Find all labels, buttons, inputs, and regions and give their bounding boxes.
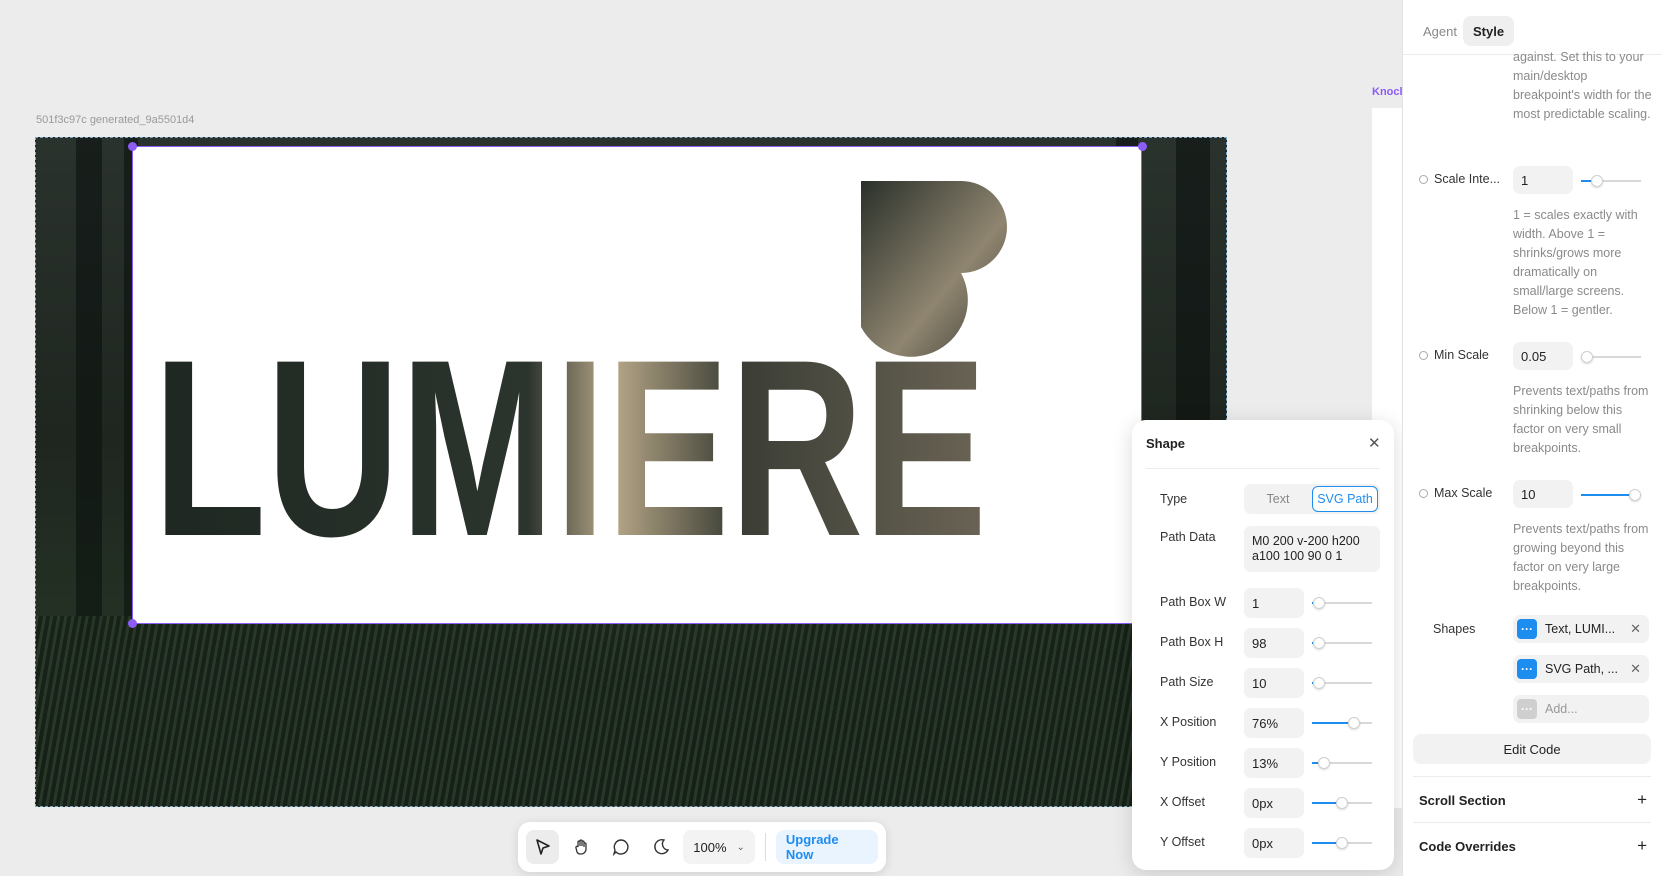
- bottom-toolbar: 100% ⌄ Upgrade Now: [518, 822, 886, 872]
- path-box-h-slider[interactable]: [1312, 637, 1372, 649]
- divider: [1413, 822, 1651, 823]
- path-box-w-slider[interactable]: [1312, 597, 1372, 609]
- divider: [1413, 776, 1651, 777]
- logo-text: LUMIERE: [153, 308, 987, 589]
- remove-icon[interactable]: ✕: [1630, 621, 1641, 637]
- y-offset-label: Y Offset: [1160, 835, 1205, 849]
- min-scale-slider[interactable]: [1581, 351, 1641, 363]
- path-data-textarea[interactable]: M0 200 v-200 h200 a100 100 90 0 1: [1244, 526, 1380, 572]
- tab-style[interactable]: Style: [1463, 16, 1515, 46]
- frame-label: 501f3c97c generated_9a5501d4: [36, 114, 195, 126]
- plus-icon[interactable]: +: [1637, 790, 1647, 810]
- resize-handle[interactable]: [128, 619, 137, 628]
- path-data-label: Path Data: [1160, 530, 1216, 544]
- variable-dot-icon[interactable]: [1419, 174, 1428, 184]
- scale-intensity-label: Scale Inte...: [1419, 172, 1500, 186]
- shape-chip-svg-path[interactable]: ··· SVG Path, ... ✕: [1513, 655, 1649, 683]
- remove-icon[interactable]: ✕: [1630, 661, 1641, 677]
- ellipsis-icon: ···: [1517, 659, 1537, 679]
- canvas-frame[interactable]: LUMIERE: [35, 137, 1227, 807]
- plus-icon[interactable]: +: [1637, 836, 1647, 856]
- max-scale-label: Max Scale: [1419, 486, 1492, 500]
- tab-agent[interactable]: Agent: [1413, 16, 1467, 46]
- scroll-section-row[interactable]: Scroll Section +: [1419, 790, 1647, 810]
- upgrade-button[interactable]: Upgrade Now: [775, 830, 878, 864]
- scale-intensity-slider[interactable]: [1581, 175, 1641, 187]
- scale-intensity-input[interactable]: 1: [1513, 166, 1573, 194]
- path-box-w-input[interactable]: 1: [1244, 588, 1304, 618]
- max-scale-slider[interactable]: [1581, 489, 1641, 501]
- max-scale-help: Prevents text/paths from growing beyond …: [1513, 522, 1649, 593]
- zoom-value: 100%: [693, 839, 727, 855]
- edit-code-button[interactable]: Edit Code: [1413, 734, 1651, 764]
- divider: [1146, 468, 1380, 469]
- pointer-tool-button[interactable]: [526, 830, 560, 864]
- theme-toggle-button[interactable]: [644, 830, 677, 864]
- popover-title: Shape: [1146, 436, 1186, 451]
- path-box-w-label: Path Box W: [1160, 595, 1226, 609]
- path-size-input[interactable]: 10: [1244, 668, 1304, 698]
- hand-icon: [575, 839, 587, 855]
- variable-dot-icon[interactable]: [1419, 350, 1428, 360]
- x-position-label: X Position: [1160, 715, 1217, 729]
- path-size-slider[interactable]: [1312, 677, 1372, 689]
- x-offset-input[interactable]: 0px: [1244, 788, 1304, 818]
- shapes-label: Shapes: [1433, 622, 1476, 636]
- path-box-h-label: Path Box H: [1160, 635, 1224, 649]
- chevron-down-icon: ⌄: [736, 841, 745, 853]
- y-position-label: Y Position: [1160, 755, 1217, 769]
- shape-popover: Shape ✕ Type Text SVG Path Path Data M0 …: [1132, 420, 1394, 870]
- type-segmented-control: Text SVG Path: [1244, 484, 1380, 514]
- ellipsis-icon: ···: [1517, 619, 1537, 639]
- y-position-slider[interactable]: [1312, 757, 1372, 769]
- ellipsis-icon: ···: [1517, 699, 1537, 719]
- path-size-label: Path Size: [1160, 675, 1214, 689]
- style-sidebar: Agent Style against. Set this to your ma…: [1402, 0, 1662, 876]
- comment-tool-button[interactable]: [605, 830, 638, 864]
- knockout-frame-label: Knocl: [1372, 86, 1403, 98]
- toolbar-divider: [764, 833, 766, 861]
- scale-intensity-help: 1 = scales exactly with width. Above 1 =…: [1513, 208, 1638, 317]
- path-box-h-input[interactable]: 98: [1244, 628, 1304, 658]
- cursor-icon: [535, 839, 550, 855]
- y-position-input[interactable]: 13%: [1244, 748, 1304, 778]
- resize-handle[interactable]: [128, 142, 137, 151]
- reference-width-help: against. Set this to your main/desktop b…: [1513, 50, 1652, 121]
- hand-tool-button[interactable]: [565, 830, 598, 864]
- code-overrides-row[interactable]: Code Overrides +: [1419, 836, 1647, 856]
- shape-chip-text[interactable]: ··· Text, LUMI... ✕: [1513, 615, 1649, 643]
- zoom-select[interactable]: 100% ⌄: [683, 830, 755, 864]
- y-offset-input[interactable]: 0px: [1244, 828, 1304, 858]
- moon-icon: [653, 838, 669, 855]
- knockout-card[interactable]: LUMIERE: [132, 146, 1142, 624]
- x-position-input[interactable]: 76%: [1244, 708, 1304, 738]
- type-label: Type: [1160, 492, 1188, 506]
- variable-dot-icon[interactable]: [1419, 488, 1428, 498]
- comment-icon: [613, 839, 629, 856]
- x-position-slider[interactable]: [1312, 717, 1372, 729]
- add-shape-button[interactable]: ··· Add...: [1513, 695, 1649, 723]
- min-scale-label: Min Scale: [1419, 348, 1489, 362]
- x-offset-label: X Offset: [1160, 795, 1205, 809]
- min-scale-input[interactable]: 0.05: [1513, 342, 1573, 370]
- y-offset-slider[interactable]: [1312, 837, 1372, 849]
- x-offset-slider[interactable]: [1312, 797, 1372, 809]
- resize-handle[interactable]: [1138, 142, 1147, 151]
- type-option-svg-path[interactable]: SVG Path: [1312, 486, 1378, 512]
- lumiere-logo: LUMIERE: [153, 181, 1007, 589]
- min-scale-help: Prevents text/paths from shrinking below…: [1513, 384, 1649, 455]
- close-icon[interactable]: ✕: [1368, 434, 1381, 452]
- type-option-text[interactable]: Text: [1246, 486, 1310, 512]
- max-scale-input[interactable]: 10: [1513, 480, 1573, 508]
